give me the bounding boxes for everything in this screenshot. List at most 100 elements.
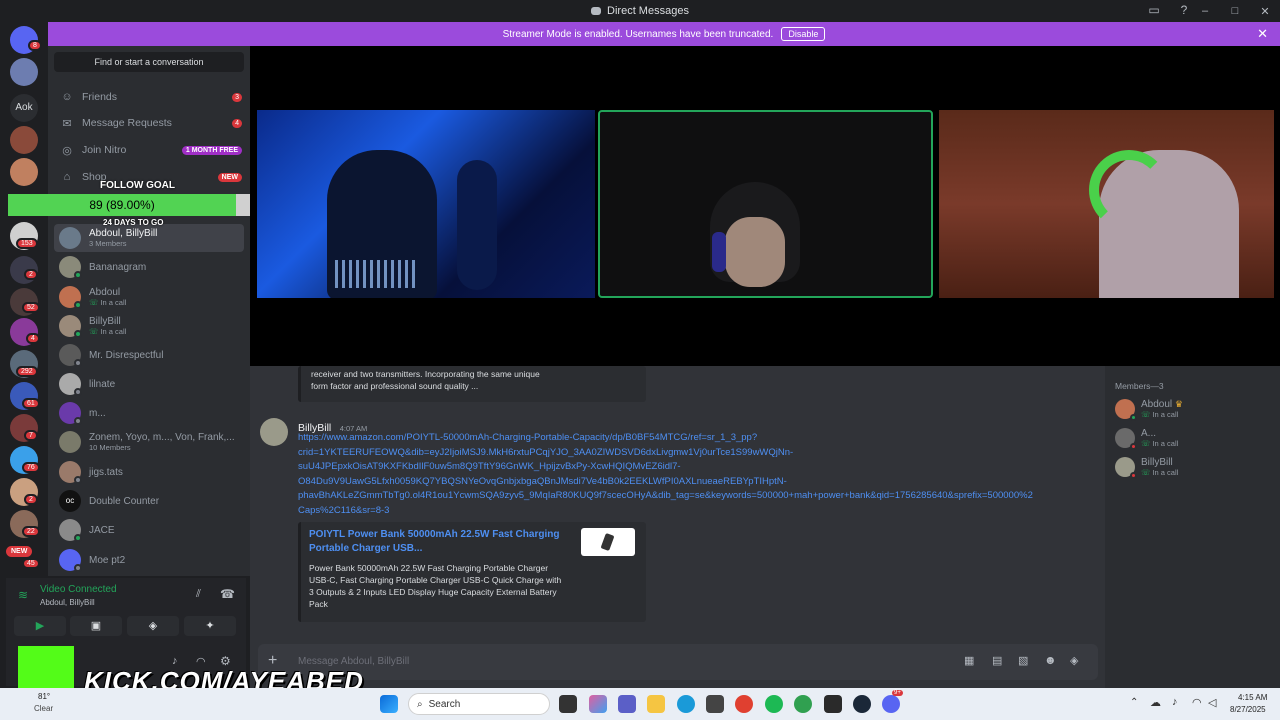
video-tile-speaking[interactable]: [598, 110, 933, 298]
link-line[interactable]: O84Du9V9UawG5Lfxh0059KQ7YBQSNYeOvqGnbjxb…: [298, 475, 1098, 490]
file-explorer-icon[interactable]: [647, 695, 665, 713]
dm-item[interactable]: Mr. Disrespectful: [54, 341, 244, 369]
dm-item[interactable]: lilnate: [54, 370, 244, 398]
store-icon[interactable]: [706, 695, 724, 713]
avatar: [59, 431, 81, 453]
inbox-icon[interactable]: ▭: [1146, 3, 1162, 19]
chrome-icon[interactable]: [794, 695, 812, 713]
activity-button[interactable]: ◈: [127, 616, 179, 636]
friends-icon: ☺: [61, 91, 73, 103]
window-title-text: Direct Messages: [607, 5, 689, 17]
video-grid: [250, 46, 1280, 366]
server-icon[interactable]: Aok: [10, 94, 38, 122]
video-tile[interactable]: [257, 110, 595, 298]
friends-count-badge: 3: [232, 92, 242, 102]
disconnect-icon[interactable]: ☎: [220, 587, 235, 601]
follow-goal-overlay: FOLLOW GOAL 89 (89.00%) 24 DAYS TO GO 10…: [8, 180, 266, 230]
server-icon[interactable]: [10, 58, 38, 86]
in-call-icon: ☏: [89, 327, 101, 336]
voice-channel: Abdoul, BillyBill: [40, 598, 95, 607]
link-line[interactable]: suU4JPEpxkOisAT9KXFKbdIlF0uw5m8Q9TftY96G…: [298, 460, 1098, 475]
steam-icon[interactable]: [853, 695, 871, 713]
member-item[interactable]: BillyBill ☏ In a call: [1115, 457, 1178, 479]
emoji-icon[interactable]: ☻: [1044, 653, 1057, 667]
find-conversation-input[interactable]: Find or start a conversation: [54, 52, 244, 72]
nav-friends[interactable]: ☺ Friends 3: [56, 86, 242, 108]
close-button[interactable]: ✕: [1250, 5, 1280, 18]
link-line[interactable]: phavBhAKLeZGmmTbTg0.ol4R1ou1YcwmSQA9zyv5…: [298, 489, 1098, 504]
volume-icon[interactable]: ◁: [1208, 696, 1216, 709]
clock-date[interactable]: 8/27/2025: [1230, 705, 1266, 714]
task-view-icon[interactable]: [559, 695, 577, 713]
mic-icon[interactable]: ♪: [1172, 696, 1178, 708]
taskbar-search[interactable]: ⌕ Search: [408, 693, 550, 715]
dm-name: JACE: [89, 524, 115, 536]
in-call-icon: ☏: [1141, 468, 1153, 477]
avatar[interactable]: [260, 418, 288, 446]
nav-nitro[interactable]: ◎ Join Nitro 1 MONTH FREE: [56, 139, 242, 161]
nav-message-requests[interactable]: ✉ Message Requests 4: [56, 112, 242, 134]
new-servers-pill[interactable]: NEW: [6, 546, 33, 557]
previous-embed: receiver and two transmitters. Incorpora…: [298, 366, 646, 402]
banner-close-icon[interactable]: ✕: [1257, 26, 1268, 42]
face: [725, 217, 785, 287]
dm-name: lilnate: [89, 378, 116, 390]
link-line[interactable]: https://www.amazon.com/POIYTL-50000mAh-C…: [298, 431, 1098, 446]
gift-icon[interactable]: ▦: [964, 654, 974, 667]
discord-logo-icon: [591, 7, 602, 15]
maximize-button[interactable]: □: [1220, 5, 1250, 17]
member-item[interactable]: A... ☏ In a call: [1115, 428, 1178, 450]
minimize-button[interactable]: –: [1190, 5, 1220, 17]
edge-icon[interactable]: [677, 695, 695, 713]
chrome-icon[interactable]: [735, 695, 753, 713]
server-badge: 153: [16, 238, 38, 249]
dm-item[interactable]: jigs.tats: [54, 458, 244, 486]
requests-count-badge: 4: [232, 118, 242, 128]
show-hidden-icons[interactable]: ⌃: [1130, 697, 1138, 708]
dm-item[interactable]: BillyBill ☏ In a call: [54, 312, 244, 340]
onedrive-icon[interactable]: ☁: [1150, 696, 1161, 709]
member-name: BillyBill: [1141, 457, 1173, 468]
dm-item[interactable]: m...: [54, 399, 244, 427]
disable-streamer-mode-button[interactable]: Disable: [781, 27, 826, 41]
dm-item[interactable]: Moe pt2: [54, 546, 244, 574]
wifi-icon[interactable]: ◠: [1192, 696, 1202, 709]
clock-time[interactable]: 4:15 AM: [1238, 693, 1267, 702]
search-label: Search: [428, 698, 461, 710]
link-line[interactable]: Caps%2C116&sr=8-3: [298, 504, 1098, 519]
video-tile[interactable]: [939, 110, 1274, 298]
weather-label[interactable]: Clear: [34, 704, 53, 713]
link-embed: POIYTL Power Bank 50000mAh 22.5W Fast Ch…: [298, 522, 646, 622]
noise-suppression-icon[interactable]: ⫽: [196, 588, 201, 601]
server-badge: 7: [24, 430, 38, 441]
start-icon[interactable]: [380, 695, 398, 713]
app-icon[interactable]: [824, 695, 842, 713]
camera-button[interactable]: ▶: [14, 616, 66, 636]
dm-item[interactable]: Bananagram: [54, 253, 244, 281]
voice-connection-panel: ≋ Video Connected Abdoul, BillyBill ⫽ ☎ …: [6, 578, 246, 642]
screen-share-button[interactable]: ▣: [70, 616, 122, 636]
discord-icon[interactable]: [882, 695, 900, 713]
soundboard-button[interactable]: ✦: [184, 616, 236, 636]
server-icon[interactable]: [10, 126, 38, 154]
spotify-icon[interactable]: [765, 695, 783, 713]
dm-item[interactable]: Zonem, Yoyo, m..., Von, Frank,... 10 Memb…: [54, 428, 244, 456]
dm-name: Double Counter: [89, 495, 160, 507]
avatar: [1115, 399, 1137, 421]
apps-icon[interactable]: ◈: [1070, 654, 1078, 667]
sticker-icon[interactable]: ▧: [1018, 654, 1028, 667]
embed-thumbnail[interactable]: [581, 528, 635, 556]
embed-desc: Pack: [309, 599, 328, 609]
dm-sub: 10 Members: [89, 443, 131, 452]
copilot-icon[interactable]: [589, 695, 607, 713]
dm-item[interactable]: oc Double Counter: [54, 487, 244, 515]
dm-item[interactable]: JACE: [54, 516, 244, 544]
member-item[interactable]: Abdoul ♛ ☏ In a call: [1115, 399, 1183, 421]
window-title: Direct Messages: [591, 5, 689, 17]
message-link[interactable]: https://www.amazon.com/POIYTL-50000mAh-C…: [298, 431, 1098, 519]
teams-icon[interactable]: [618, 695, 636, 713]
weather-temp[interactable]: 81°: [38, 692, 50, 701]
dm-item[interactable]: Abdoul ☏ In a call: [54, 283, 244, 311]
gif-icon[interactable]: ▤: [992, 654, 1002, 667]
link-line[interactable]: crid=1YKTEERUFEOWQ&dib=eyJ2IjoiMSJ9.MkH6…: [298, 446, 1098, 461]
